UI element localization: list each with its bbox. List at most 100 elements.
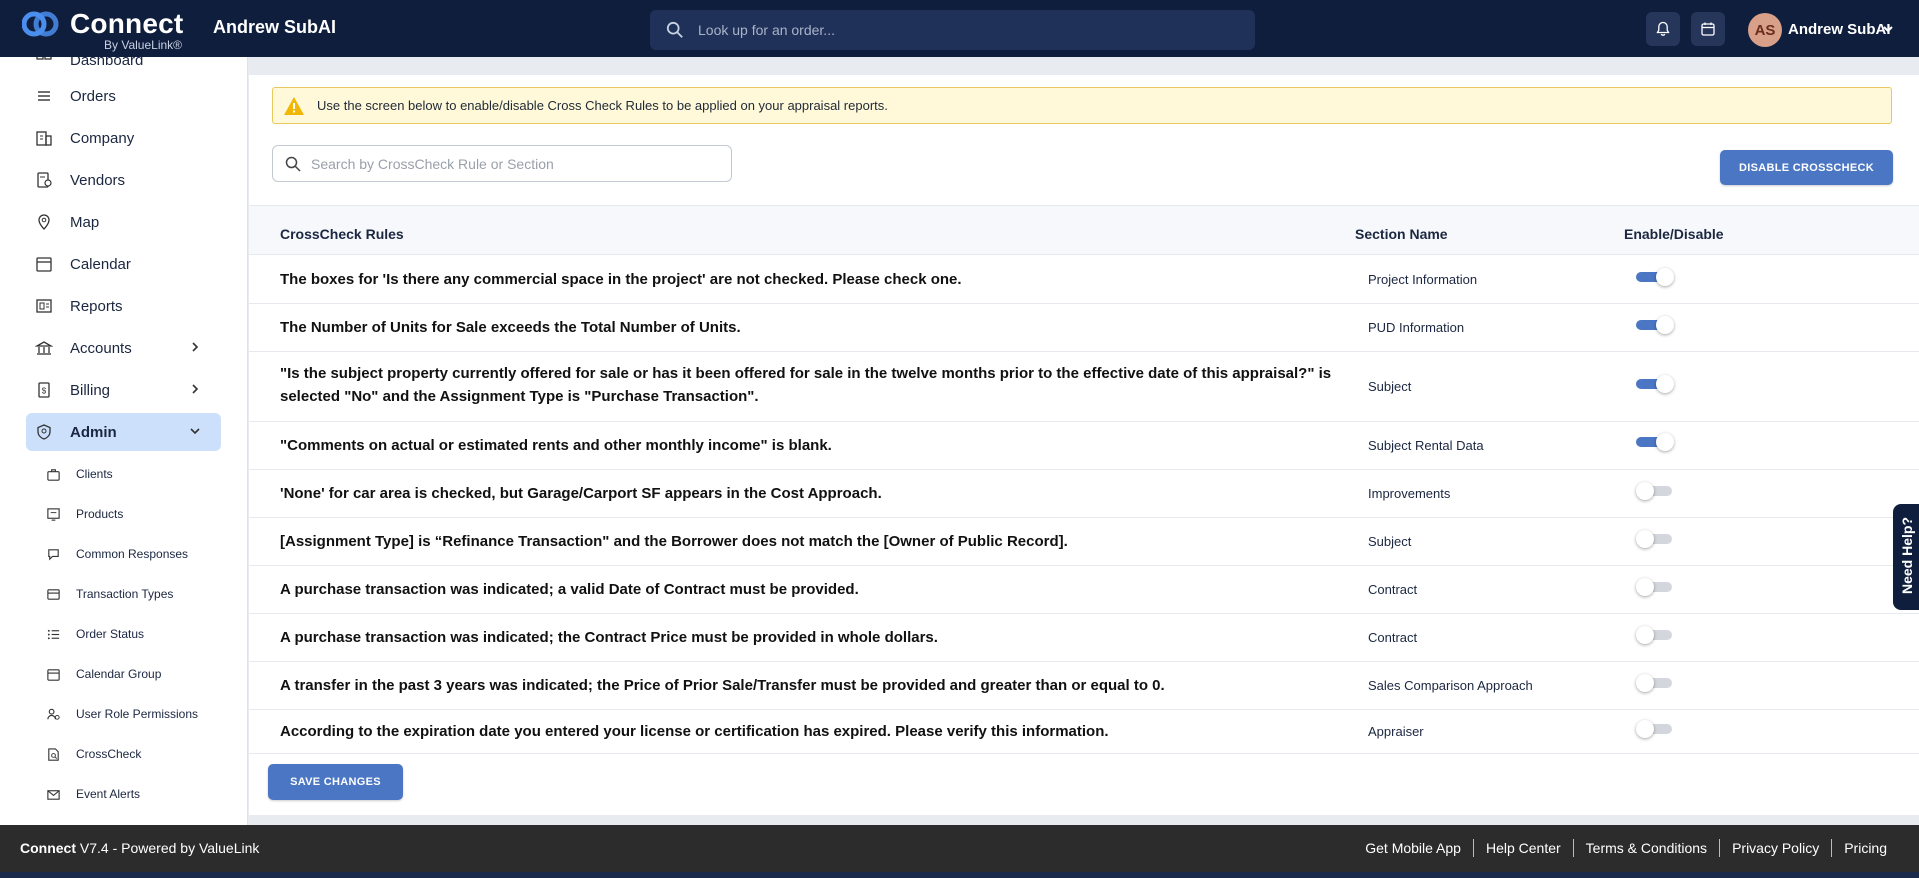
- sidebar-sub-label: Products: [76, 507, 124, 521]
- footer: Connect V7.4 - Powered by ValueLink Get …: [0, 825, 1919, 872]
- sidebar-sub-label: CrossCheck: [76, 747, 142, 761]
- card-icon: [44, 585, 62, 603]
- list-status-icon: [44, 625, 62, 643]
- rule-text: [Assignment Type] is “Refinance Transact…: [280, 533, 1068, 550]
- rule-toggle[interactable]: [1636, 375, 1674, 393]
- sidebar-sub-order-status[interactable]: Order Status: [44, 619, 234, 649]
- rule-text: "Comments on actual or estimated rents a…: [280, 437, 832, 454]
- chevron-right-icon: [192, 342, 199, 352]
- table-row: 'None' for car area is checked, but Gara…: [249, 470, 1919, 518]
- chevron-down-icon[interactable]: [1882, 23, 1894, 35]
- chevron-right-icon: [192, 384, 199, 394]
- order-search[interactable]: [650, 10, 1255, 50]
- sidebar-item-reports[interactable]: Reports: [26, 287, 221, 325]
- vendor-icon: [34, 170, 54, 190]
- sidebar-item-billing[interactable]: $ Billing: [26, 371, 221, 409]
- sidebar-item-label: Orders: [70, 87, 116, 105]
- sidebar-sub-transaction-types[interactable]: Transaction Types: [44, 579, 234, 609]
- rule-toggle[interactable]: [1636, 626, 1674, 644]
- section-name: Subject: [1368, 534, 1412, 549]
- sidebar-item-orders[interactable]: Orders: [26, 77, 221, 115]
- user-role-icon: [44, 705, 62, 723]
- logo-text: Connect: [70, 8, 184, 39]
- footer-link-pricing[interactable]: Pricing: [1831, 839, 1899, 857]
- rule-toggle[interactable]: [1636, 720, 1674, 738]
- bell-icon: [1656, 21, 1670, 36]
- footer-link-mobile-app[interactable]: Get Mobile App: [1353, 839, 1473, 857]
- sidebar-item-label: Billing: [70, 381, 111, 399]
- notifications-button[interactable]: [1646, 12, 1680, 46]
- rule-toggle[interactable]: [1636, 530, 1674, 548]
- sidebar-item-calendar[interactable]: Calendar: [26, 245, 221, 283]
- order-search-input[interactable]: [698, 22, 1238, 38]
- footer-link-terms[interactable]: Terms & Conditions: [1572, 839, 1719, 857]
- sidebar-sub-clients[interactable]: Clients: [44, 459, 234, 489]
- sidebar-item-company[interactable]: Company: [26, 119, 221, 157]
- rule-search-input[interactable]: [311, 155, 721, 172]
- sidebar-sub-products[interactable]: Products: [44, 499, 234, 529]
- calendar-icon: [34, 254, 54, 274]
- sidebar-item-accounts[interactable]: Accounts: [26, 329, 221, 367]
- section-name: Subject Rental Data: [1368, 438, 1484, 453]
- building-icon: [34, 128, 54, 148]
- sidebar-item-vendors[interactable]: Vendors: [26, 161, 221, 199]
- rule-toggle[interactable]: [1636, 674, 1674, 692]
- calendar-icon: [1701, 22, 1715, 36]
- sidebar-sub-label: Clients: [76, 467, 113, 481]
- rule-toggle[interactable]: [1636, 578, 1674, 596]
- section-name: Improvements: [1368, 486, 1451, 501]
- rule-toggle[interactable]: [1636, 433, 1674, 451]
- chat-icon: [44, 545, 62, 563]
- footer-link-help-center[interactable]: Help Center: [1472, 839, 1573, 857]
- table-row: According to the expiration date you ent…: [249, 710, 1919, 754]
- section-name: Sales Comparison Approach: [1368, 678, 1533, 693]
- warning-icon: [284, 96, 304, 115]
- rule-toggle[interactable]: [1636, 268, 1674, 286]
- sidebar-item-label: Vendors: [70, 171, 126, 189]
- rule-text: A purchase transaction was indicated; a …: [280, 581, 859, 598]
- rule-search[interactable]: [272, 145, 732, 182]
- avatar[interactable]: AS: [1748, 13, 1782, 47]
- sidebar-sub-calendar-group[interactable]: Calendar Group: [44, 659, 234, 689]
- rule-toggle[interactable]: [1636, 482, 1674, 500]
- table-row: "Is the subject property currently offer…: [249, 352, 1919, 422]
- info-alert: Use the screen below to enable/disable C…: [272, 87, 1892, 124]
- calendar-group-icon: [44, 665, 62, 683]
- table-row: "Comments on actual or estimated rents a…: [249, 422, 1919, 470]
- mail-alert-icon: [44, 785, 62, 803]
- rule-text: According to the expiration date you ent…: [280, 723, 1109, 740]
- search-icon: [285, 156, 301, 172]
- connect-logo[interactable]: Connect By ValueLink®: [22, 6, 184, 52]
- briefcase-icon: [44, 465, 62, 483]
- rule-text: The boxes for 'Is there any commercial s…: [280, 271, 962, 288]
- column-header-toggle: Enable/Disable: [1624, 226, 1724, 242]
- account-name[interactable]: Andrew SubAI: [1788, 21, 1891, 38]
- footer-links: Get Mobile App Help Center Terms & Condi…: [1353, 839, 1899, 857]
- sidebar-sub-user-role-permissions[interactable]: User Role Permissions: [44, 699, 234, 729]
- table-row: The Number of Units for Sale exceeds the…: [249, 304, 1919, 352]
- svg-text:$: $: [42, 387, 47, 396]
- sidebar-sub-label: Event Alerts: [76, 787, 141, 801]
- disable-crosscheck-button[interactable]: DISABLE CROSSCHECK: [1720, 150, 1893, 185]
- calendar-button[interactable]: [1691, 12, 1725, 46]
- footer-link-privacy[interactable]: Privacy Policy: [1719, 839, 1831, 857]
- sidebar-item-map[interactable]: Map: [26, 203, 221, 241]
- alert-text: Use the screen below to enable/disable C…: [317, 98, 888, 113]
- footer-brand-name: Connect: [20, 840, 76, 856]
- save-changes-button[interactable]: SAVE CHANGES: [268, 764, 403, 800]
- sidebar-item-dashboard[interactable]: Dashboard: [26, 57, 221, 79]
- sidebar-sub-label: Transaction Types: [76, 587, 174, 601]
- sidebar-item-admin[interactable]: Admin: [26, 413, 221, 451]
- billing-icon: $: [34, 380, 54, 400]
- sidebar-item-label: Reports: [70, 297, 123, 315]
- sidebar-item-label: Accounts: [70, 339, 132, 357]
- need-help-tab[interactable]: Need Help?: [1893, 504, 1919, 610]
- sidebar-sub-crosscheck[interactable]: CrossCheck: [44, 739, 234, 769]
- rule-toggle[interactable]: [1636, 316, 1674, 334]
- sidebar-item-label: Calendar: [70, 255, 131, 273]
- shield-icon: [34, 422, 54, 442]
- sidebar-sub-event-alerts[interactable]: Event Alerts: [44, 779, 234, 809]
- sidebar-sub-common-responses[interactable]: Common Responses: [44, 539, 234, 569]
- section-name: PUD Information: [1368, 320, 1465, 335]
- crosscheck-icon: [44, 745, 62, 763]
